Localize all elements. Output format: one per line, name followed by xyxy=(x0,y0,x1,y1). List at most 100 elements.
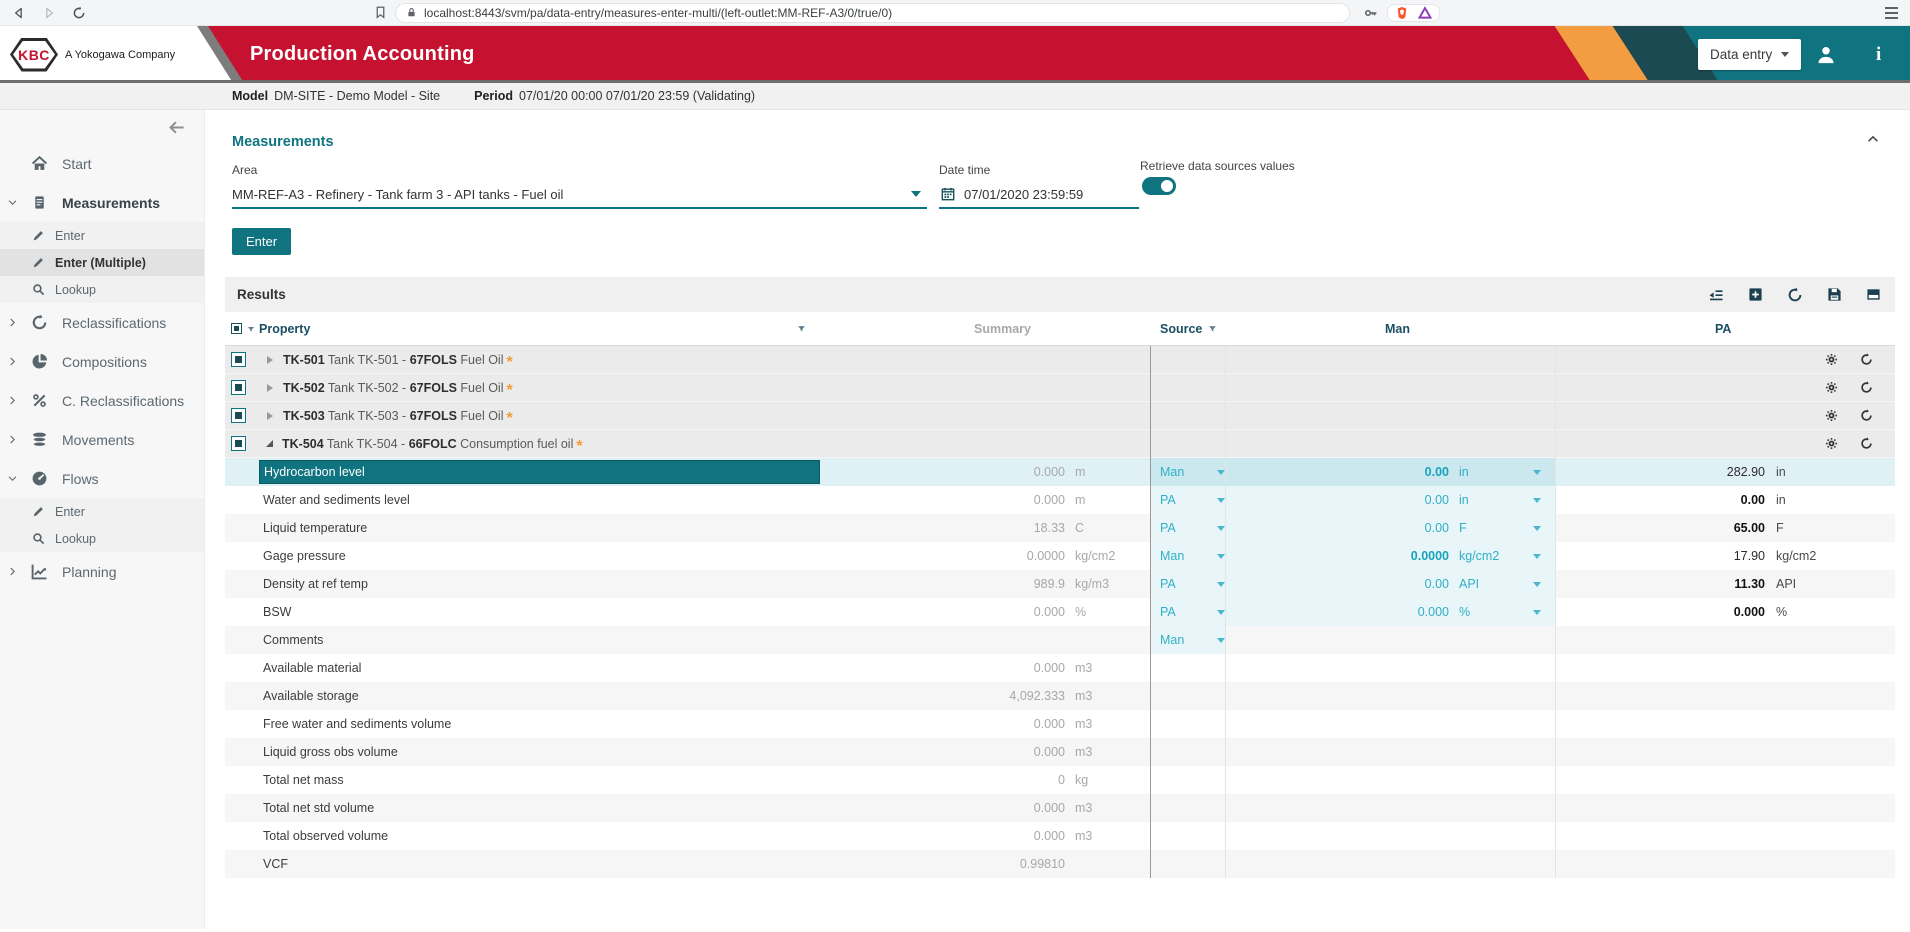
property-cell[interactable]: BSW xyxy=(259,605,291,619)
chevron-right-icon[interactable] xyxy=(5,566,19,577)
expand-icon[interactable] xyxy=(267,412,273,420)
tank-group-row[interactable]: TK-503 Tank TK-503 - 67FOLS Fuel Oil* xyxy=(225,402,1895,430)
property-cell[interactable]: Available storage xyxy=(259,689,359,703)
property-cell[interactable]: Total net mass xyxy=(259,773,344,787)
chevron-down-icon[interactable] xyxy=(5,197,19,208)
source-select[interactable]: PA xyxy=(1150,514,1225,542)
sidebar-item-flows[interactable]: Flows xyxy=(0,459,204,498)
row-checkbox[interactable] xyxy=(231,436,246,451)
select-all-checkbox[interactable] xyxy=(231,323,242,334)
sidebar-item-measurements[interactable]: Measurements xyxy=(0,183,204,222)
chevron-right-icon[interactable] xyxy=(5,434,19,445)
key-icon[interactable] xyxy=(1364,6,1378,20)
row-checkbox[interactable] xyxy=(231,408,246,423)
browser-menu-icon[interactable] xyxy=(1885,7,1898,19)
col-man[interactable]: Man xyxy=(1225,322,1555,336)
filter-icon[interactable] xyxy=(797,324,806,333)
refresh-icon[interactable] xyxy=(1860,437,1873,450)
row-checkbox[interactable] xyxy=(231,352,246,367)
retrieve-toggle[interactable] xyxy=(1142,177,1176,195)
collapse-icon[interactable] xyxy=(266,440,273,447)
sidebar-item-compositions[interactable]: Compositions xyxy=(0,342,204,381)
pa-cell[interactable]: 282.90in xyxy=(1555,458,1895,486)
refresh-icon[interactable] xyxy=(1860,381,1873,394)
man-input[interactable]: 0.00API xyxy=(1225,570,1555,598)
property-cell[interactable]: Density at ref temp xyxy=(259,577,368,591)
gear-icon[interactable] xyxy=(1825,381,1838,394)
tank-group-row[interactable]: TK-504 Tank TK-504 - 66FOLC Consumption … xyxy=(225,430,1895,458)
property-cell[interactable]: Total net std volume xyxy=(259,801,374,815)
save-icon[interactable] xyxy=(1827,287,1842,302)
user-icon[interactable] xyxy=(1816,26,1836,83)
col-summary[interactable]: Summary xyxy=(820,322,1065,336)
source-select[interactable]: PA xyxy=(1150,598,1225,626)
property-cell[interactable]: Liquid gross obs volume xyxy=(259,745,398,759)
sidebar-item-start[interactable]: Start xyxy=(0,144,204,183)
chevron-down-icon[interactable] xyxy=(5,473,19,484)
source-select[interactable]: Man xyxy=(1150,626,1225,654)
col-pa[interactable]: PA xyxy=(1555,322,1895,336)
gear-icon[interactable] xyxy=(1825,437,1838,450)
expand-icon[interactable] xyxy=(267,356,273,364)
pa-cell[interactable]: 65.00F xyxy=(1555,514,1895,542)
sidebar-item-measurements-enter[interactable]: Enter xyxy=(0,222,204,249)
expand-icon[interactable] xyxy=(267,384,273,392)
row-checkbox[interactable] xyxy=(231,380,246,395)
sidebar-item-movements[interactable]: Movements xyxy=(0,420,204,459)
refresh-icon[interactable] xyxy=(1860,409,1873,422)
area-select[interactable]: MM-REF-A3 - Refinery - Tank farm 3 - API… xyxy=(232,181,927,209)
property-cell[interactable]: Total observed volume xyxy=(259,829,388,843)
panel-collapse-chevron-icon[interactable] xyxy=(1866,132,1880,151)
chevron-right-icon[interactable] xyxy=(5,356,19,367)
datetime-input[interactable]: 07/01/2020 23:59:59 xyxy=(939,181,1139,209)
add-icon[interactable] xyxy=(1748,287,1763,302)
enter-button[interactable]: Enter xyxy=(232,228,291,255)
collapse-rows-icon[interactable] xyxy=(1708,287,1724,303)
gear-icon[interactable] xyxy=(1825,409,1838,422)
sidebar-item-c-reclassifications[interactable]: C. Reclassifications xyxy=(0,381,204,420)
back-icon[interactable] xyxy=(12,6,26,20)
property-cell[interactable]: Water and sediments level xyxy=(259,493,410,507)
sidebar-item-planning[interactable]: Planning xyxy=(0,552,204,591)
brave-shield-icon[interactable] xyxy=(1395,6,1409,20)
man-input[interactable]: 0.00in xyxy=(1225,486,1555,514)
man-input[interactable]: 0.00in xyxy=(1225,458,1555,486)
sidebar-collapse-arrow-icon[interactable] xyxy=(0,110,204,144)
refresh-icon[interactable] xyxy=(1860,353,1873,366)
source-select[interactable]: Man xyxy=(1150,458,1225,486)
man-input[interactable]: 0.00F xyxy=(1225,514,1555,542)
bookmark-icon[interactable] xyxy=(374,6,387,19)
wallet-triangle-icon[interactable] xyxy=(1418,6,1432,20)
pa-cell[interactable]: 11.30API xyxy=(1555,570,1895,598)
pa-cell[interactable]: 0.00in xyxy=(1555,486,1895,514)
man-input[interactable]: 0.000% xyxy=(1225,598,1555,626)
forward-icon[interactable] xyxy=(42,6,56,20)
property-cell[interactable]: Free water and sediments volume xyxy=(259,717,451,731)
info-icon[interactable]: i xyxy=(1876,26,1881,83)
module-selector-button[interactable]: Data entry xyxy=(1698,39,1801,70)
sidebar-item-reclassifications[interactable]: Reclassifications xyxy=(0,303,204,342)
chevron-right-icon[interactable] xyxy=(5,317,19,328)
refresh-icon[interactable] xyxy=(1787,287,1803,303)
pa-cell[interactable]: 17.90kg/cm2 xyxy=(1555,542,1895,570)
gear-icon[interactable] xyxy=(1825,353,1838,366)
sidebar-item-flows-lookup[interactable]: Lookup xyxy=(0,525,204,552)
man-input[interactable]: 0.0000kg/cm2 xyxy=(1225,542,1555,570)
property-cell[interactable]: Available material xyxy=(259,661,361,675)
source-select[interactable]: PA xyxy=(1150,570,1225,598)
source-select[interactable]: Man xyxy=(1150,542,1225,570)
property-cell[interactable]: Comments xyxy=(259,633,323,647)
address-bar[interactable]: localhost:8443/svm/pa/data-entry/measure… xyxy=(395,3,1350,23)
filter-icon[interactable] xyxy=(247,325,255,333)
col-source[interactable]: Source xyxy=(1160,322,1202,336)
property-cell[interactable]: VCF xyxy=(259,857,288,871)
tank-group-row[interactable]: TK-502 Tank TK-502 - 67FOLS Fuel Oil* xyxy=(225,374,1895,402)
col-property[interactable]: Property xyxy=(259,322,310,336)
calendar-icon[interactable] xyxy=(941,187,955,201)
pa-cell[interactable]: 0.000% xyxy=(1555,598,1895,626)
property-cell[interactable]: Hydrocarbon level xyxy=(259,460,820,484)
sidebar-item-flows-enter[interactable]: Enter xyxy=(0,498,204,525)
filter-icon[interactable] xyxy=(1208,324,1217,333)
tank-group-row[interactable]: TK-501 Tank TK-501 - 67FOLS Fuel Oil* xyxy=(225,346,1895,374)
sidebar-item-measurements-lookup[interactable]: Lookup xyxy=(0,276,204,303)
